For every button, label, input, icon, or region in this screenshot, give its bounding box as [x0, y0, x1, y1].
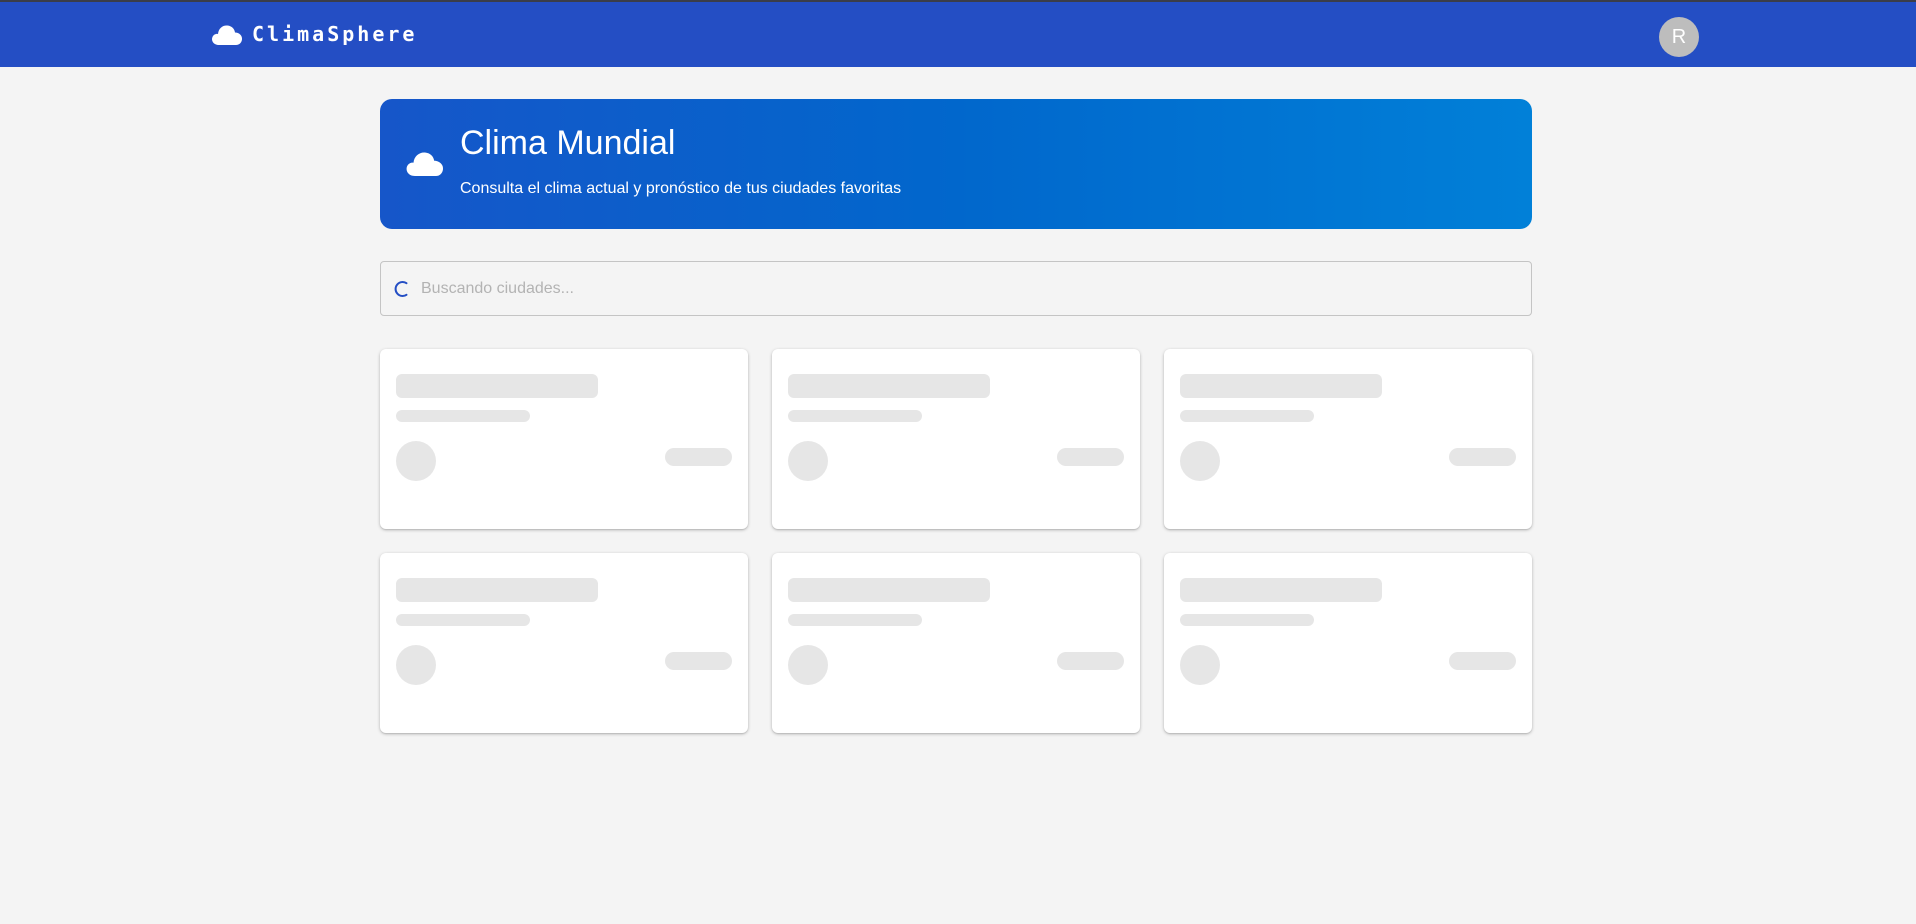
skeleton-weather-icon	[1180, 441, 1220, 481]
city-card-skeleton	[772, 553, 1140, 733]
brand[interactable]: ClimaSphere	[210, 19, 417, 49]
skeleton-weather-icon	[396, 645, 436, 685]
skeleton-city-name	[1180, 374, 1382, 398]
skeleton-temperature	[665, 652, 732, 670]
skeleton-city-name	[788, 374, 990, 398]
skeleton-weather-icon	[1180, 645, 1220, 685]
skeleton-temperature	[1057, 448, 1124, 466]
skeleton-country	[788, 410, 922, 422]
city-card-skeleton	[1164, 553, 1532, 733]
skeleton-weather-icon	[788, 441, 828, 481]
cloud-icon	[212, 25, 243, 45]
skeleton-weather-icon	[396, 441, 436, 481]
skeleton-country	[396, 410, 530, 422]
city-card-skeleton	[380, 553, 748, 733]
skeleton-country	[788, 614, 922, 626]
page-subtitle: Consulta el clima actual y pronóstico de…	[460, 180, 902, 197]
skeleton-city-name	[396, 578, 598, 602]
page-title: Clima Mundial	[460, 124, 676, 162]
skeleton-temperature	[665, 448, 732, 466]
city-card-skeleton	[772, 349, 1140, 529]
skeleton-country	[1180, 410, 1314, 422]
skeleton-country	[396, 614, 530, 626]
city-card-skeleton	[1164, 349, 1532, 529]
hero-banner: Clima Mundial Consulta el clima actual y…	[380, 99, 1532, 229]
loading-spinner-icon	[394, 281, 408, 297]
skeleton-weather-icon	[788, 645, 828, 685]
cloud-icon	[406, 152, 444, 176]
skeleton-city-name	[788, 578, 990, 602]
city-card-grid	[380, 349, 1532, 733]
top-app-bar: ClimaSphere R	[0, 0, 1916, 67]
skeleton-country	[1180, 614, 1314, 626]
skeleton-city-name	[396, 374, 598, 398]
city-card-skeleton	[380, 349, 748, 529]
skeleton-city-name	[1180, 578, 1382, 602]
user-avatar[interactable]: R	[1659, 17, 1699, 57]
skeleton-temperature	[1449, 448, 1516, 466]
city-search-field[interactable]	[380, 261, 1532, 316]
city-search-input[interactable]	[421, 262, 1521, 315]
skeleton-temperature	[1057, 652, 1124, 670]
brand-name: ClimaSphere	[252, 22, 418, 46]
skeleton-temperature	[1449, 652, 1516, 670]
